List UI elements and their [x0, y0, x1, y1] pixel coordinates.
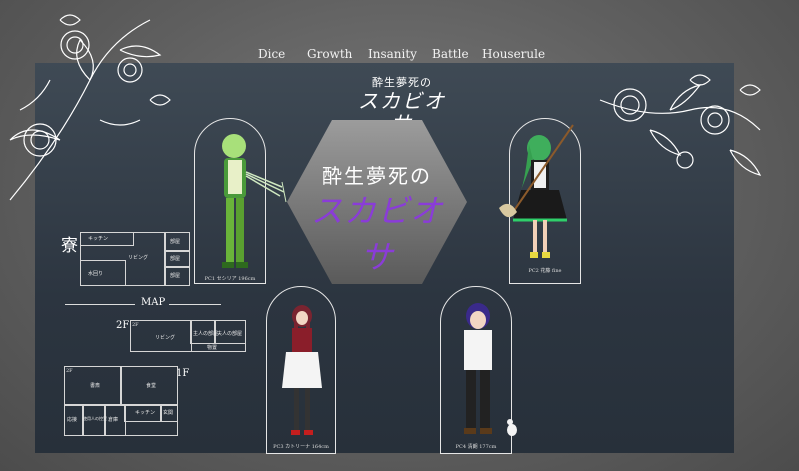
flower-right-icon [599, 74, 762, 176]
center-title-line1: 酔生夢死の [322, 164, 432, 188]
floor-2f-label: 2F [116, 320, 130, 331]
character-card-3[interactable]: PC3 カトリーナ 164cm [266, 286, 336, 454]
dorm-room-label-2: 部屋 [170, 256, 181, 262]
logo-line1: 酔生夢死の [372, 76, 432, 89]
dorm-title: 寮 [61, 236, 78, 256]
character-figure-3 [282, 305, 322, 435]
character-card-4[interactable]: PC4 清朗 177cm [440, 286, 517, 454]
character-label-3: PC3 カトリーナ 164cm [273, 444, 329, 450]
divider [169, 304, 221, 305]
character-card-2[interactable]: PC2 花藤 fine [499, 118, 581, 284]
map-title: MAP [141, 297, 166, 308]
floor-1f-dining-label: 食堂 [146, 383, 157, 389]
nav-insanity[interactable]: Insanity [368, 47, 417, 61]
center-title-line2: スカビオサ [310, 192, 443, 276]
character-figure-1 [222, 134, 287, 268]
nav-growth[interactable]: Growth [307, 47, 352, 61]
floor-1f-reception-label: 応接 [67, 417, 78, 423]
floor-2f-storage-label: 物置 [207, 345, 218, 351]
floor-1f-mark: 2F [66, 368, 73, 374]
character-label-1: PC1 セシリア 196cm [204, 276, 256, 282]
floor-1f-servant-label: 使用人の控室 [83, 416, 107, 421]
flower-left-icon [9, 14, 171, 201]
map-heading: MAP [61, 297, 223, 311]
floor-2f-wife-label: 夫人の部屋 [217, 331, 243, 337]
nav-houserule[interactable]: Houserule [482, 47, 545, 61]
floor-1f-storeroom-label: 倉庫 [108, 417, 119, 423]
character-label-4: PC4 清朗 177cm [455, 444, 497, 450]
floor-1f-kitchen-label: キッチン [135, 410, 156, 416]
dorm-room-label-1: 部屋 [170, 239, 181, 245]
character-figure-2 [499, 124, 574, 258]
character-card-1[interactable]: PC1 セシリア 196cm [194, 118, 287, 284]
dorm-bathroom-label: 水回り [88, 271, 104, 277]
dorm-kitchen-label: キッチン [88, 236, 109, 242]
floor-1f-study-label: 書斎 [90, 383, 101, 389]
floor-2f-living-label: リビング [155, 335, 176, 341]
nav-dice[interactable]: Dice [258, 47, 285, 61]
floor-2f-mark: 2F [132, 322, 139, 328]
dorm-living-label: リビング [128, 255, 149, 261]
dorm-room-label-3: 部屋 [170, 273, 181, 279]
character-figure-4 [464, 303, 517, 436]
nav-battle[interactable]: Battle [432, 47, 469, 61]
divider [65, 304, 135, 305]
character-label-2: PC2 花藤 fine [528, 268, 562, 274]
floor-2f-master-label: 主人の部屋 [193, 331, 219, 337]
floor-1f-entrance-label: 玄関 [163, 410, 174, 416]
